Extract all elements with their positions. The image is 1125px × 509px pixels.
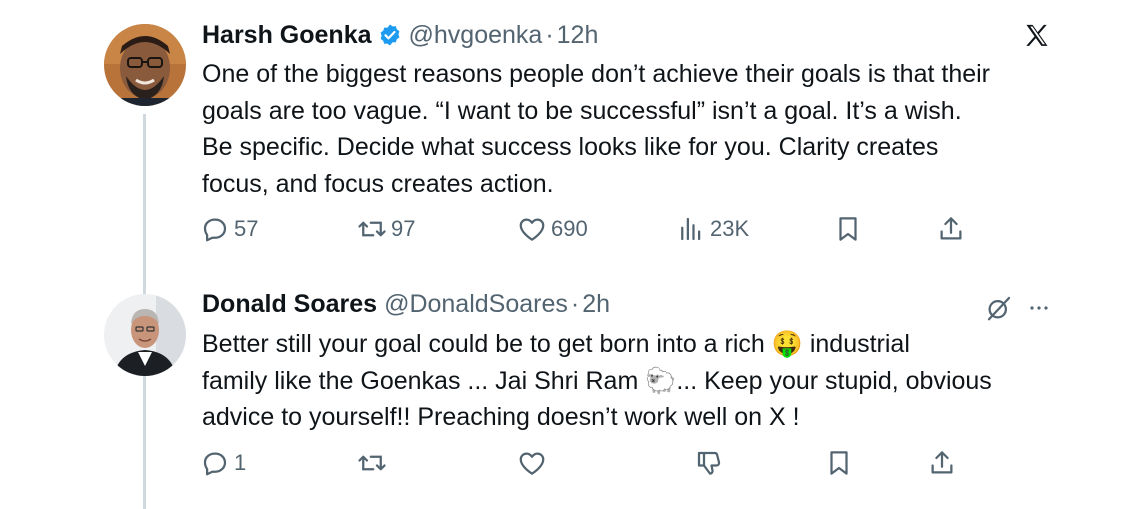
tweet-1-text: One of the biggest reasons people don’t … [202, 60, 991, 198]
repost-button[interactable] [357, 448, 387, 478]
downvote-button[interactable] [694, 448, 724, 478]
display-name[interactable]: Donald Soares [202, 289, 377, 319]
repost-icon [358, 455, 386, 471]
reply-icon [203, 452, 227, 476]
like-icon [519, 452, 545, 475]
like-button[interactable]: 690 [517, 214, 588, 244]
share-button[interactable] [927, 448, 957, 478]
repost-icon [358, 221, 386, 237]
handle[interactable]: @DonaldSoares [384, 289, 568, 319]
reply-count: 1 [234, 450, 247, 475]
display-name[interactable]: Harsh Goenka [202, 20, 372, 50]
reply-button[interactable]: 1 [200, 448, 246, 478]
downvote-icon [697, 451, 721, 475]
reply-count: 57 [234, 216, 259, 241]
more-icon[interactable] [1027, 296, 1051, 320]
tweet-1-header: Harsh Goenka @hvgoenka · 12h [202, 20, 598, 50]
avatar-donald-soares[interactable] [104, 294, 186, 376]
views-icon [681, 217, 701, 241]
bookmark-icon [839, 217, 857, 241]
grok-icon[interactable] [984, 293, 1014, 323]
reply-icon [203, 218, 227, 242]
reply-button[interactable]: 57 [200, 214, 258, 244]
tweet-2-text: Better still your goal could be to get b… [202, 330, 992, 431]
bookmark-icon [830, 451, 848, 475]
separator-dot: · [545, 21, 554, 49]
verified-badge-icon [380, 24, 399, 46]
share-button[interactable] [936, 214, 966, 244]
x-logo-icon [1026, 24, 1048, 46]
bookmark-button[interactable] [824, 448, 854, 478]
like-icon [519, 218, 545, 241]
views-count: 23K [710, 216, 750, 241]
share-icon [931, 451, 953, 474]
avatar-harsh-goenka[interactable] [104, 24, 186, 106]
bookmark-button[interactable] [833, 214, 863, 244]
tweet-2-header: Donald Soares @DonaldSoares · 2h [202, 289, 610, 319]
timestamp[interactable]: 12h [557, 20, 599, 50]
repost-button[interactable]: 97 [357, 214, 415, 244]
handle[interactable]: @hvgoenka [409, 20, 543, 50]
timestamp[interactable]: 2h [582, 289, 610, 319]
like-count: 690 [551, 216, 588, 241]
repost-count: 97 [391, 216, 416, 241]
separator-dot: · [570, 290, 580, 318]
views-button[interactable]: 23K [676, 214, 749, 244]
share-icon [940, 217, 962, 240]
like-button[interactable] [517, 448, 547, 478]
